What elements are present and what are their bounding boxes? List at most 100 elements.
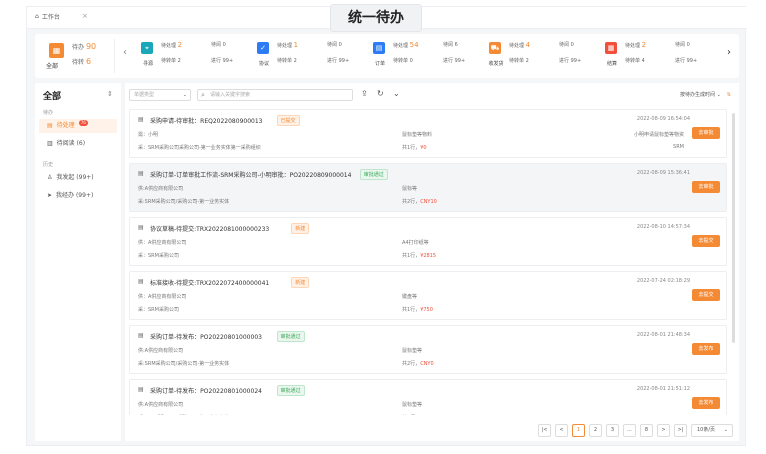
prev-page-button[interactable]: < xyxy=(555,423,568,437)
refresh-icon[interactable]: ↻ xyxy=(377,89,384,98)
category-stat: 待处理 1 xyxy=(277,41,299,49)
search-input[interactable]: ⌕ 请输入关键字搜索 xyxy=(197,89,353,101)
category-寻源[interactable]: ⌖ 寻源 待处理 2 待阅 0 待转单 2 进行 99+ xyxy=(137,39,255,73)
page-button[interactable]: 2 xyxy=(589,423,602,437)
card-title: 采购订单-待发布：PO20220801000003 xyxy=(150,334,262,341)
card-amount: 共1行，¥750 xyxy=(402,307,433,313)
page-button[interactable]: ... xyxy=(623,423,636,437)
doc-icon: ▤ xyxy=(138,224,144,231)
doc-type-select[interactable]: 单据类型 ⌄ xyxy=(129,89,191,101)
main-panel: 单据类型 ⌄ ⌕ 请输入关键字搜索 ⇪ ↻ ⌄ 按待办生成时间 ⌄ ⇅ ▤ 采购申请… xyxy=(125,83,739,441)
card-party: 供:A供应商有限公司 xyxy=(138,186,184,192)
card-time: 2022-08-01 21:48:34 xyxy=(636,332,690,338)
page-title: 统一待办 xyxy=(330,4,422,32)
category-收发货[interactable]: ⛟ 收发货 待处理 4 待阅 0 待转单 2 进行 99+ xyxy=(485,39,603,73)
card-time: 2022-07-24 02:18:29 xyxy=(636,278,690,284)
send-icon: ➤ xyxy=(47,192,53,199)
category-stat: 待转单 2 xyxy=(509,58,529,64)
card-items: 鼠标垫等物料 xyxy=(402,132,433,138)
doc-type-placeholder: 单据类型 xyxy=(134,92,155,98)
first-page-button[interactable]: |< xyxy=(538,423,551,437)
status-badge: 新建 xyxy=(291,277,310,288)
chevron-left-icon[interactable]: ‹ xyxy=(123,47,127,58)
card-title: 采购订单-订单审批工作流-SRM采购公司-小明审批：PO202208090000… xyxy=(150,172,352,179)
card-amount: 共2行，CNY0 xyxy=(402,361,434,367)
category-name: 结算 xyxy=(606,61,617,67)
tab-workbench[interactable]: ⌂ 工作台 xyxy=(35,12,60,21)
category-stat: 进行 99+ xyxy=(327,58,350,64)
truck-icon: ⛟ xyxy=(489,42,501,54)
action-button[interactable]: 去发布 xyxy=(692,397,720,409)
action-button[interactable]: 去发布 xyxy=(692,343,720,355)
category-stat: 进行 99+ xyxy=(675,58,698,64)
action-button[interactable]: 去审批 xyxy=(692,181,720,193)
card-party: 供:A供应商有限公司 xyxy=(138,348,184,354)
doc-icon: ▤ xyxy=(138,278,144,285)
page-button[interactable]: 8 xyxy=(640,423,653,437)
page-size-select[interactable]: 10条/页 ⌄ xyxy=(691,423,733,437)
card-party: 供：A供应商有限公司 xyxy=(138,240,187,246)
export-icon[interactable]: ⇪ xyxy=(361,89,368,98)
card-time: 2022-08-10 14:57:34 xyxy=(636,224,690,230)
category-stat: 待转单 4 xyxy=(625,58,645,64)
next-page-button[interactable]: > xyxy=(657,423,670,437)
close-icon[interactable]: × xyxy=(82,12,88,20)
doc-icon: ▤ xyxy=(138,116,144,123)
scrollbar[interactable] xyxy=(732,113,735,343)
chevron-right-icon[interactable]: › xyxy=(727,47,731,58)
action-button[interactable]: 去提交 xyxy=(692,235,720,247)
card-items: 键盘等 xyxy=(402,294,418,300)
sidebar-item-unread[interactable]: ▥ 待阅读 (6) xyxy=(39,137,117,151)
pagination: |< <1 2 3... 8 > >| 10条/页 ⌄ xyxy=(538,423,733,437)
page-button[interactable]: 3 xyxy=(606,423,619,437)
sort-label: 按待办生成时间 xyxy=(680,92,716,98)
category-协议[interactable]: ✓ 协议 待处理 1 待阅 0 待转单 2 进行 99+ xyxy=(253,39,371,73)
card-title: 标准接收-待提交:TRX2022072400000041 xyxy=(150,280,270,287)
list-item[interactable]: ▤ 采购订单-待发布：PO20220801000003 审批通过 2022-08-01… xyxy=(129,325,727,374)
sort-icon[interactable]: ⇅ xyxy=(727,92,731,98)
category-all-name: 全部 xyxy=(46,63,59,70)
sidebar: 全部 ⇕ 待办 ▤ 待处理 76 ▥ 待阅读 (6) 历史 ♙ 我发起 (99+… xyxy=(35,83,121,441)
card-time: 2022-08-01 21:51:12 xyxy=(636,386,690,392)
list-item[interactable]: ▤ 采购申请-待审批：REQ2022080900013 已提交 2022-08-09 … xyxy=(129,109,727,158)
category-结算[interactable]: ▦ 结算 待处理 2 待阅 0 待转单 4 进行 99+ xyxy=(601,39,719,73)
sidebar-item-handled[interactable]: ➤ 我经办 (99+) xyxy=(39,189,117,203)
status-badge: 已提交 xyxy=(276,115,300,126)
sidebar-item-initiated[interactable]: ♙ 我发起 (99+) xyxy=(39,171,117,185)
card-note: 小明申请鼠标垫等物资 xyxy=(633,132,684,138)
list-item[interactable]: ▤ 采购订单-订单审批工作流-SRM采购公司-小明审批：PO20220809000… xyxy=(129,163,727,212)
sidebar-item-label: 待处理 xyxy=(56,122,75,129)
sidebar-item-label: 我经办 (99+) xyxy=(56,192,94,199)
category-stat: 待处理 2 xyxy=(625,41,647,49)
last-page-button[interactable]: >| xyxy=(674,423,687,437)
category-stat: 待转单 2 xyxy=(277,58,297,64)
category-strip: ▦ 全部 待办 90 待转 6 ‹ ⌖ 寻源 待处理 2 待阅 0 待转单 2 进行 99… xyxy=(35,34,739,78)
sidebar-section-todo: 待办 xyxy=(43,110,54,116)
card-title: 采购申请-待审批：REQ2022080900013 xyxy=(150,118,263,125)
card-amount: 共2行，CNY10 xyxy=(402,199,437,205)
card-amount: 共2行，CNY0 xyxy=(402,414,434,415)
sidebar-section-history: 历史 xyxy=(43,162,54,168)
sort-select[interactable]: 按待办生成时间 ⌄ ⇅ xyxy=(680,91,731,98)
card-buyer: 采:SRM采购公司/采购公司-第一业务实体 xyxy=(138,361,230,367)
action-button[interactable]: 去审批 xyxy=(692,127,720,139)
card-source: SRM xyxy=(673,144,684,150)
list-item[interactable]: ▤ 采购订单-待发布：PO20220801000024 审批通过 2022-08-01… xyxy=(129,379,727,415)
category-stat: 待阅 0 xyxy=(675,42,690,48)
category-订单[interactable]: ▤ 订单 待处理 54 待阅 6 待转单 0 进行 99+ xyxy=(369,39,487,73)
pending-badge: 76 xyxy=(78,120,88,126)
sidebar-item-pending[interactable]: ▤ 待处理 76 xyxy=(39,119,117,133)
action-button[interactable]: 去提交 xyxy=(692,289,720,301)
list-item[interactable]: ▤ 标准接收-待提交:TRX2022072400000041 新建 2022-07-2… xyxy=(129,271,727,320)
card-party: 需：小明 xyxy=(138,132,159,138)
sort-updown-icon[interactable]: ⇕ xyxy=(107,90,113,98)
category-all[interactable]: ▦ 全部 待办 90 待转 6 xyxy=(43,39,115,73)
list-item[interactable]: ▤ 协议草稿-待提交:TRX2022081000000233 新建 2022-08-1… xyxy=(129,217,727,266)
page-button[interactable]: 1 xyxy=(572,423,585,437)
collapse-icon[interactable]: ⌄ xyxy=(393,89,400,98)
todo-icon: ▤ xyxy=(47,122,53,129)
category-stat: 待转单 2 xyxy=(161,58,181,64)
card-time: 2022-08-09 15:36:41 xyxy=(636,170,690,176)
settle-icon: ▦ xyxy=(605,42,617,54)
category-stat: 待阅 0 xyxy=(211,42,226,48)
